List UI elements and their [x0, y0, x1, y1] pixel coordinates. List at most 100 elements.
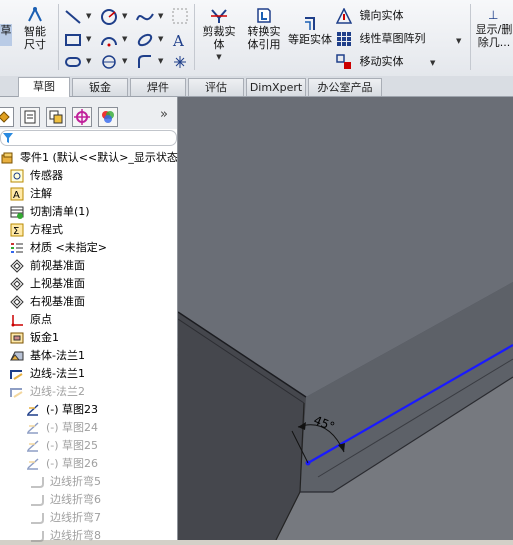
- tree-item-label: 切割清单(1): [30, 205, 90, 218]
- point-tool-icon[interactable]: [172, 54, 188, 70]
- sketch-button-partial[interactable]: 草: [0, 24, 12, 46]
- ellipse-dropdown-icon[interactable]: ▼: [158, 35, 163, 43]
- smart-dimension-icon: [28, 6, 42, 22]
- text-tool-icon[interactable]: A: [172, 31, 188, 49]
- arc-tool-icon[interactable]: [100, 31, 118, 49]
- grid-snap-icon[interactable]: [172, 8, 188, 24]
- slot-tool-icon[interactable]: [64, 54, 82, 70]
- tree-filter-field[interactable]: [0, 130, 177, 146]
- tree-item-label: 边线-法兰2: [30, 385, 85, 398]
- feature-manager-icon: [0, 111, 10, 123]
- ribbon-separator: [470, 4, 471, 70]
- convert-entities-label: 转换实体引用: [247, 25, 281, 51]
- manager-tabs: »: [0, 97, 177, 129]
- smart-dimension-button[interactable]: 智能尺寸: [16, 6, 54, 51]
- tab-sheet-metal[interactable]: 钣金: [72, 78, 128, 96]
- trim-entities-button[interactable]: 剪裁实体 ▼: [198, 6, 240, 64]
- tree-item-label: 右视基准面: [30, 295, 85, 308]
- tree-item-label: 注解: [30, 187, 52, 200]
- sketch-icon: [27, 440, 39, 452]
- rectangle-tool-icon[interactable]: [64, 31, 82, 49]
- circle-dropdown-icon[interactable]: ▼: [122, 12, 127, 20]
- sketch-icon: [27, 422, 39, 434]
- display-manager-icon: [102, 111, 114, 123]
- display-delete-label: 显示/删除几...: [475, 23, 513, 49]
- linear-pattern-button[interactable]: 线性草图阵列: [336, 31, 462, 47]
- tree-item-label: 基体-法兰1: [30, 349, 85, 362]
- tree-item-label: 边线折弯7: [50, 511, 101, 524]
- offset-entities-icon: [305, 17, 315, 30]
- graphics-area[interactable]: 45°: [178, 97, 513, 540]
- model-view: 45°: [178, 97, 513, 540]
- dimxpert-manager-icon: [74, 109, 90, 125]
- svg-text:Σ: Σ: [13, 226, 19, 237]
- move-label: 移动实体: [359, 55, 404, 68]
- edge-flange-icon: [10, 388, 23, 398]
- property-manager-tab[interactable]: [20, 107, 40, 127]
- svg-text:A: A: [13, 190, 20, 201]
- arc-dropdown-icon[interactable]: ▼: [122, 35, 127, 43]
- tab-evaluate[interactable]: 评估: [188, 78, 244, 96]
- command-manager-ribbon: 草 智能尺寸 ▼ ▼ ▼ ▼ ▼ ▼ A ▼ ▼ ▼ 剪裁实体 ▼ 转换实体引用…: [0, 0, 513, 77]
- bend-icon: [31, 531, 44, 542]
- tree-item-label: 零件1 (默认<<默认>_显示状态: [20, 151, 178, 164]
- tree-item-label: 上视基准面: [30, 277, 85, 290]
- tree-item-label: (-) 草图23: [46, 403, 99, 416]
- svg-text:A: A: [172, 32, 184, 49]
- line-tool-icon[interactable]: [64, 8, 82, 26]
- move-icon: [336, 54, 351, 69]
- tree-item-label: 方程式: [30, 223, 63, 236]
- polygon-dropdown-icon[interactable]: ▼: [122, 57, 127, 65]
- configuration-manager-tab[interactable]: [46, 107, 66, 127]
- linear-pattern-icon: [337, 32, 351, 46]
- trim-dropdown-icon[interactable]: ▼: [198, 51, 240, 64]
- display-delete-relations-button[interactable]: ⊥ 显示/删除几...: [474, 6, 513, 49]
- polygon-tool-icon[interactable]: [100, 54, 118, 70]
- plane-icon: [10, 277, 24, 291]
- command-manager-tabs: 草图 钣金 焊件 评估 DimXpert 办公室产品: [0, 76, 513, 97]
- offset-entities-button[interactable]: 等距实体: [288, 16, 332, 46]
- spline-tool-icon[interactable]: [136, 8, 154, 26]
- tab-sketch[interactable]: 草图: [18, 77, 70, 97]
- linear-pattern-dropdown-icon[interactable]: ▼: [456, 37, 461, 45]
- trim-icon: [211, 9, 227, 23]
- mirror-entities-button[interactable]: 镜向实体: [335, 7, 446, 24]
- tree-item-label: 前视基准面: [30, 259, 85, 272]
- convert-entities-button[interactable]: 转换实体引用: [242, 6, 286, 51]
- filter-icon: [3, 133, 13, 143]
- tree-item-label: (-) 草图26: [46, 457, 99, 470]
- tree-item-label: 传感器: [30, 169, 63, 182]
- ellipse-tool-icon[interactable]: [136, 31, 154, 49]
- tab-weldments[interactable]: 焊件: [130, 78, 186, 96]
- sheet-metal-icon: [10, 332, 24, 344]
- circle-tool-icon[interactable]: [100, 8, 118, 26]
- fillet-dropdown-icon[interactable]: ▼: [158, 57, 163, 65]
- move-dropdown-icon[interactable]: ▼: [430, 59, 435, 67]
- tab-dimxpert[interactable]: DimXpert: [246, 78, 306, 96]
- base-flange-icon: [10, 351, 24, 361]
- ribbon-separator: [194, 4, 195, 70]
- linear-pattern-label: 线性草图阵列: [359, 32, 426, 45]
- cut-list-icon: [10, 206, 24, 219]
- tree-item-label: 边线折弯5: [50, 475, 101, 488]
- feature-manager-tab[interactable]: [0, 107, 14, 127]
- slot-dropdown-icon[interactable]: ▼: [86, 57, 91, 65]
- annotation-icon: A: [10, 187, 24, 201]
- tree-item-label: (-) 草图25: [46, 439, 99, 452]
- sketch-icon: [27, 458, 39, 470]
- tab-office-products[interactable]: 办公室产品: [308, 78, 382, 96]
- more-tabs-chevron[interactable]: »: [160, 107, 168, 122]
- mirror-label: 镜向实体: [359, 9, 404, 22]
- sensor-icon: [10, 169, 24, 183]
- display-manager-tab[interactable]: [98, 107, 118, 127]
- plane-icon: [10, 295, 24, 309]
- spline-dropdown-icon[interactable]: ▼: [158, 12, 163, 20]
- feature-manager-pane: » 零件1 (默认<<默认>_显示状态 传感器 A 注解 切割清单(1) Σ 方程式 材质 <…: [0, 97, 178, 542]
- line-dropdown-icon[interactable]: ▼: [86, 12, 91, 20]
- bend-icon: [31, 513, 44, 524]
- fillet-tool-icon[interactable]: [136, 54, 154, 70]
- dimxpert-manager-tab[interactable]: [72, 107, 92, 127]
- material-icon: [11, 243, 23, 253]
- rectangle-dropdown-icon[interactable]: ▼: [86, 35, 91, 43]
- bend-icon: [31, 477, 44, 488]
